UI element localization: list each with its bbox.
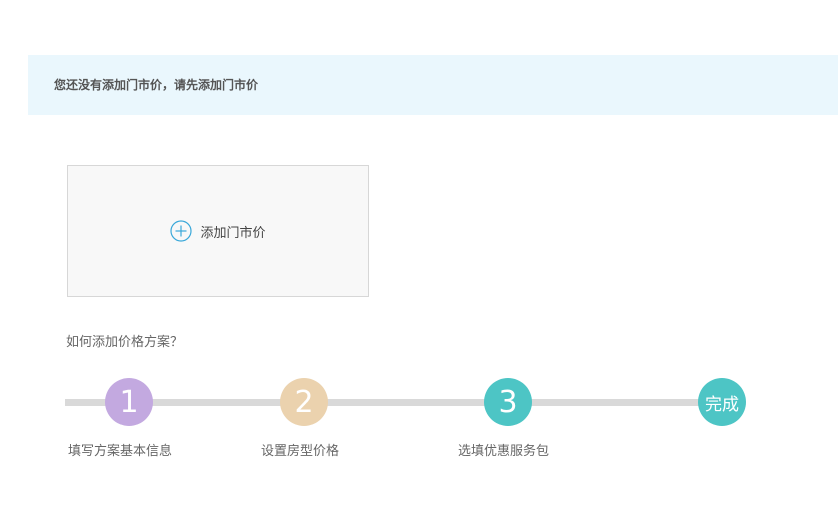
add-store-price-label: 添加门市价 [200,225,266,241]
add-store-price-button[interactable]: 添加门市价 [67,165,369,297]
page: 您还没有添加门市价，请先添加门市价 添加门市价 如何添加价格方案？ 1 2 3 … [0,0,838,520]
step-1-number: 1 [119,384,139,420]
notice-banner: 您还没有添加门市价，请先添加门市价 [28,55,838,115]
guide-title: 如何添加价格方案？ [66,335,184,350]
step-1-circle: 1 [105,378,153,426]
step-3-number: 3 [498,384,518,420]
plus-circle-icon [170,220,193,242]
step-2-circle: 2 [280,378,328,426]
step-3-circle: 3 [484,378,532,426]
step-2-label: 设置房型价格 [261,444,340,459]
step-1-label: 填写方案基本信息 [68,444,173,459]
step-done-circle: 完成 [698,378,746,426]
add-store-price-content: 添加门市价 [170,220,266,242]
notice-text: 您还没有添加门市价，请先添加门市价 [54,78,259,92]
step-done-label: 完成 [705,394,739,415]
step-3-label: 选填优惠服务包 [458,444,550,459]
step-2-number: 2 [294,384,314,420]
progress-track [65,399,717,406]
